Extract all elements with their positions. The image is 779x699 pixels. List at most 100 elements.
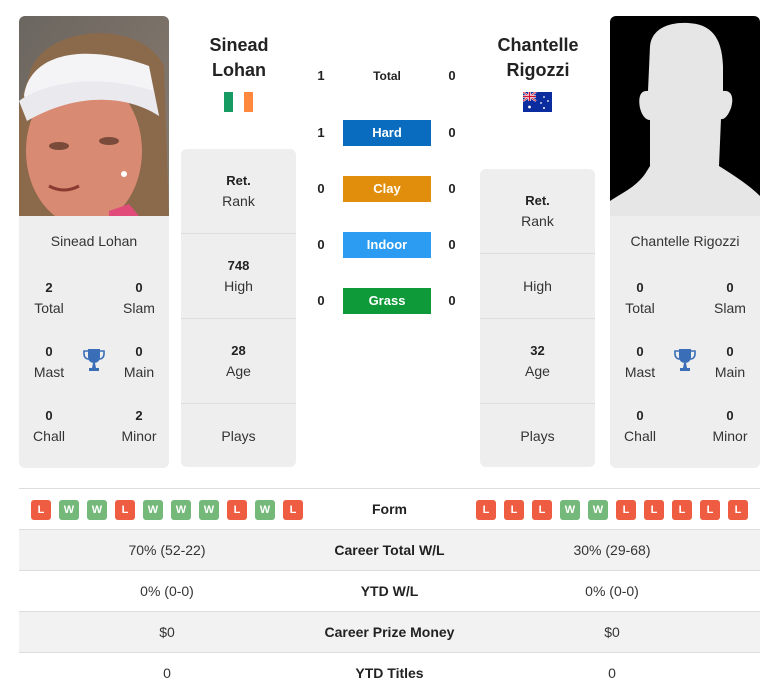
form-badge-win[interactable]: W: [560, 500, 580, 520]
form-badge-loss[interactable]: L: [504, 500, 524, 520]
stat-high-value: 748: [227, 258, 250, 273]
player1-name[interactable]: Sinead Lohan: [174, 33, 304, 83]
player1-titles-slam: 0 Slam: [109, 278, 169, 318]
label-ytd-titles: YTD Titles: [355, 665, 424, 681]
form-badge-loss[interactable]: L: [283, 500, 303, 520]
player2-card-name: Chantelle Rigozzi: [630, 233, 740, 249]
form-badge-loss[interactable]: L: [616, 500, 636, 520]
titles-main-label: Main: [123, 364, 155, 380]
row-form: LWWLWWWLWL Form LLLWWLLLLL: [19, 489, 760, 530]
form-badge-win[interactable]: W: [59, 500, 79, 520]
player1-titles-minor: 2 Minor: [109, 406, 169, 446]
titles-minor-label: Minor: [712, 428, 748, 444]
h2h-surface-hard[interactable]: Hard: [343, 120, 431, 146]
form-badge-loss[interactable]: L: [31, 500, 51, 520]
h2h-surface-clay[interactable]: Clay: [343, 176, 431, 202]
titles-slam-value: 0: [135, 280, 143, 295]
form-badge-loss[interactable]: L: [728, 500, 748, 520]
player2-stat-plays: Plays: [480, 404, 595, 467]
form-badge-win[interactable]: W: [143, 500, 163, 520]
stat-rank-label: Rank: [222, 193, 255, 209]
h2h-row-indoor: 0 Indoor 0: [300, 232, 476, 258]
label-ytd-wl: YTD W/L: [360, 583, 419, 599]
h2h-row-hard: 1 Hard 0: [300, 120, 476, 146]
player2-career-total-wl: 30% (29-68): [573, 542, 651, 558]
h2h-p1-grass: 0: [317, 293, 325, 308]
trophy-icon: [83, 349, 105, 371]
player1-career-prize-money: $0: [159, 624, 175, 640]
label-career-prize-money: Career Prize Money: [324, 624, 455, 640]
h2h-surface-indoor[interactable]: Indoor: [343, 232, 431, 258]
player2-name[interactable]: Chantelle Rigozzi: [473, 33, 603, 83]
player1-form: LWWLWWWLWL: [31, 500, 303, 520]
player2-card: Chantelle Rigozzi 0 Total 0 Slam 0 Mast …: [610, 16, 760, 468]
h2h-p1-indoor: 0: [317, 237, 325, 252]
h2h-surface-grass[interactable]: Grass: [343, 288, 431, 314]
player1-titles-mast: 0 Mast: [19, 342, 79, 382]
australia-flag-icon: [523, 92, 552, 112]
form-badge-loss[interactable]: L: [644, 500, 664, 520]
player2-titles-minor: 0 Minor: [700, 406, 760, 446]
titles-slam-label: Slam: [123, 300, 155, 316]
player2-titles-main: 0 Main: [700, 342, 760, 382]
stat-high-label: High: [224, 278, 253, 294]
stat-age-label: Age: [226, 363, 251, 379]
row-ytd-titles: 0 YTD Titles 0: [19, 653, 760, 694]
h2h-p2-total: 0: [448, 68, 456, 83]
form-badge-win[interactable]: W: [255, 500, 275, 520]
row-ytd-wl: 0% (0-0) YTD W/L 0% (0-0): [19, 571, 760, 612]
player2-stat-age: 32 Age: [480, 319, 595, 404]
titles-minor-value: 0: [726, 408, 734, 423]
titles-total-label: Total: [625, 300, 655, 316]
form-badge-loss[interactable]: L: [700, 500, 720, 520]
comparison-table: LWWLWWWLWL Form LLLWWLLLLL 70% (52-22) C…: [19, 488, 760, 694]
h2h-p2-hard: 0: [448, 125, 456, 140]
h2h-surface-total: Total: [373, 69, 401, 83]
titles-total-value: 0: [636, 280, 644, 295]
player1-stat-high: 748 High: [181, 234, 296, 319]
form-badge-loss[interactable]: L: [476, 500, 496, 520]
titles-total-label: Total: [34, 300, 64, 316]
h2h-row-grass: 0 Grass 0: [300, 288, 476, 314]
titles-chall-value: 0: [45, 408, 53, 423]
form-badge-loss[interactable]: L: [532, 500, 552, 520]
player1-stat-rank: Ret. Rank: [181, 149, 296, 234]
player1-titles-total: 2 Total: [19, 278, 79, 318]
player1-card: Sinead Lohan 2 Total 0 Slam 0 Mast 0 Mai…: [19, 16, 169, 468]
titles-total-value: 2: [45, 280, 53, 295]
player2-stat-high: High: [480, 254, 595, 319]
h2h-p2-indoor: 0: [448, 237, 456, 252]
player1-ytd-wl: 0% (0-0): [140, 583, 194, 599]
player2-form: LLLWWLLLLL: [476, 500, 748, 520]
titles-slam-value: 0: [726, 280, 734, 295]
stat-plays-label: Plays: [221, 427, 256, 444]
form-badge-loss[interactable]: L: [672, 500, 692, 520]
h2h-p1-clay: 0: [317, 181, 325, 196]
player1-career-total-wl: 70% (52-22): [128, 542, 206, 558]
player2-titles-mast: 0 Mast: [610, 342, 670, 382]
titles-main-value: 0: [726, 344, 734, 359]
titles-mast-value: 0: [636, 344, 644, 359]
form-badge-win[interactable]: W: [588, 500, 608, 520]
titles-mast-label: Mast: [33, 364, 65, 380]
form-badge-loss[interactable]: L: [227, 500, 247, 520]
player2-titles-chall: 0 Chall: [610, 406, 670, 446]
player2-ytd-wl: 0% (0-0): [585, 583, 639, 599]
titles-minor-label: Minor: [121, 428, 157, 444]
player2-last-name: Rigozzi: [506, 60, 570, 80]
titles-main-value: 0: [135, 344, 143, 359]
form-badge-win[interactable]: W: [87, 500, 107, 520]
player1-stats: Ret. Rank 748 High 28 Age Plays: [181, 149, 296, 467]
titles-chall-label: Chall: [624, 428, 656, 444]
player1-stat-plays: Plays: [181, 404, 296, 467]
silhouette-placeholder-icon: [610, 16, 760, 216]
stat-age-value: 28: [231, 343, 246, 358]
player1-card-name: Sinead Lohan: [50, 233, 138, 249]
form-badge-win[interactable]: W: [171, 500, 191, 520]
h2h-row-clay: 0 Clay 0: [300, 176, 476, 202]
player2-titles-total: 0 Total: [610, 278, 670, 318]
stat-rank-value: Ret.: [525, 193, 550, 208]
form-badge-loss[interactable]: L: [115, 500, 135, 520]
h2h-p1-total: 1: [317, 68, 325, 83]
form-badge-win[interactable]: W: [199, 500, 219, 520]
